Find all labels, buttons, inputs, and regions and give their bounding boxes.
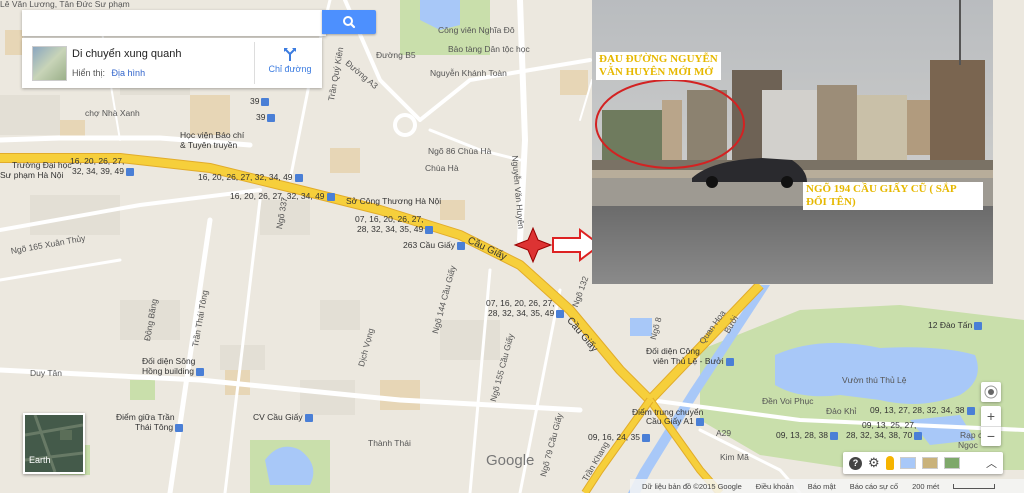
bus-routes: 09, 13, 28, 38	[776, 430, 838, 440]
photo-caption-bottom: NGÕ 194 CẦU GIẤY CŨ ( SẮP ĐỔI TÊN)	[803, 182, 983, 210]
expand-chevron-icon[interactable]: ︿	[986, 455, 997, 471]
my-location-button[interactable]	[981, 382, 1001, 402]
street-label: Duy Tân	[30, 368, 62, 378]
gear-icon[interactable]: ⚙	[868, 455, 880, 471]
street-label: Kim Mã	[720, 452, 749, 462]
terms-link[interactable]: Điều khoản	[756, 482, 794, 491]
view-row: Hiển thị: Địa hình	[72, 68, 145, 78]
bus-routes: 39	[250, 96, 270, 106]
road-label: A29	[716, 428, 732, 438]
place-label: chợ Nhà Xanh	[85, 108, 140, 118]
map-data-attribution: Dữ liệu bản đồ ©2015 Google	[642, 481, 742, 491]
scale-label: 200 mét	[912, 481, 940, 491]
street-label: Chùa Hà	[425, 163, 459, 173]
bus-routes: 39	[256, 112, 276, 122]
map-footer: Dữ liệu bản đồ ©2015 Google Điều khoản B…	[630, 479, 1024, 493]
street-label: Đường B5	[376, 50, 416, 60]
bus-stop-label: Hồng building	[142, 366, 204, 376]
place-label: Bảo tàng Dân tộc học	[448, 44, 530, 54]
place-label: Học viện Báo chí	[180, 130, 245, 140]
view-value-link[interactable]: Địa hình	[112, 68, 146, 78]
zoom-control: + −	[981, 406, 1001, 446]
bus-stop-label: Cầu Giấy A1	[646, 416, 704, 426]
pegman-icon[interactable]	[885, 456, 894, 470]
bus-routes: 07, 16, 20, 26, 27,	[486, 298, 555, 308]
scale-bar	[953, 483, 996, 489]
bottom-toolbar: ? ⚙ ︿	[843, 452, 1003, 474]
street-label: Ngõ 86 Chùa Hà	[428, 146, 492, 156]
bus-routes: 16, 20, 26, 27,	[70, 156, 125, 166]
bus-routes: 28, 32, 34, 35, 49	[357, 224, 434, 234]
bus-routes: 28, 32, 34, 38, 70	[846, 430, 923, 440]
area-label: Lê Văn Lương, Tân Đức Sư phạm	[0, 0, 130, 9]
bus-routes: 28, 32, 34, 35, 49	[488, 308, 565, 318]
place-label: Đền Voi Phục	[762, 396, 814, 406]
place-label: & Tuyên truyền	[180, 140, 238, 150]
place-label: Đảo Khỉ	[826, 406, 857, 416]
street-photo	[592, 0, 993, 284]
bus-routes: 09, 13, 25, 27,	[862, 420, 917, 430]
search-input[interactable]	[22, 10, 326, 36]
street-label: Thành Thái	[368, 438, 411, 448]
street-photo-overlay: ĐẠU ĐƯỜNG NGUYỄN VĂN HUYÊN MỚI MỞ NGÕ 19…	[592, 0, 993, 284]
bus-routes: 07, 16, 20, 26, 27,	[355, 214, 424, 224]
imagery-thumbnail-2[interactable]	[921, 457, 938, 469]
bus-stop-label: Đối diện Công	[646, 346, 700, 356]
zoom-in-button[interactable]: +	[981, 406, 1001, 427]
place-label: Ngọc	[958, 440, 978, 450]
report-problem-link[interactable]: Báo cáo sự cố	[850, 482, 898, 491]
google-logo: Google	[486, 452, 535, 469]
bus-routes: 32, 34, 39, 49	[72, 166, 134, 176]
bus-routes: 09, 16, 24, 35	[588, 432, 650, 442]
bus-stop-label: viên Thủ Lệ - Bưởi	[653, 356, 734, 366]
place-label: Trường Đại học	[12, 160, 72, 170]
bus-routes: 16, 20, 26, 27, 32, 34, 49	[230, 191, 335, 201]
bus-stop-label: Thái Tông	[135, 422, 184, 432]
help-icon[interactable]: ?	[849, 456, 862, 470]
place-label: Công viên Nghĩa Đô	[438, 25, 515, 35]
terrain-thumbnail[interactable]	[32, 46, 67, 81]
photo-caption-top: ĐẠU ĐƯỜNG NGUYỄN VĂN HUYÊN MỚI MỞ	[596, 52, 721, 80]
directions-button[interactable]: Chỉ đường	[260, 44, 320, 84]
bus-stop-label: Đối diện Sông	[142, 356, 196, 366]
bus-stop-label: CV Cầu Giấy	[253, 412, 313, 422]
privacy-link[interactable]: Báo mật	[808, 482, 836, 491]
location-icon	[984, 385, 998, 399]
imagery-thumbnail-3[interactable]	[943, 457, 960, 469]
imagery-thumbnail-1[interactable]	[899, 457, 916, 469]
view-label: Hiển thị:	[72, 68, 106, 78]
place-label: Sư phạm Hà Nội	[0, 170, 64, 180]
search-icon	[343, 16, 356, 29]
search-button[interactable]	[322, 10, 376, 34]
directions-icon	[284, 48, 296, 61]
bus-stop-label: 12 Đào Tấn	[928, 320, 983, 330]
earth-view-toggle[interactable]: Earth	[23, 413, 85, 474]
bus-stop-label: Điểm giữa Trần	[116, 412, 175, 422]
info-card: Di chuyển xung quanh Hiển thị: Địa hình …	[22, 38, 322, 88]
info-card-title: Di chuyển xung quanh	[72, 48, 182, 60]
bus-routes: 09, 13, 27, 28, 32, 34, 38	[870, 405, 975, 415]
street-label: Nguyễn Khánh Toàn	[430, 68, 507, 78]
bus-stop-label: 263 Cầu Giấy	[403, 240, 465, 250]
zoom-out-button[interactable]: −	[981, 427, 1001, 446]
place-label: Sở Công Thương Hà Nội	[346, 196, 442, 206]
bus-routes: 16, 20, 26, 27, 32, 34, 49	[198, 172, 303, 182]
place-label: Vườn thú Thủ Lệ	[842, 375, 907, 385]
